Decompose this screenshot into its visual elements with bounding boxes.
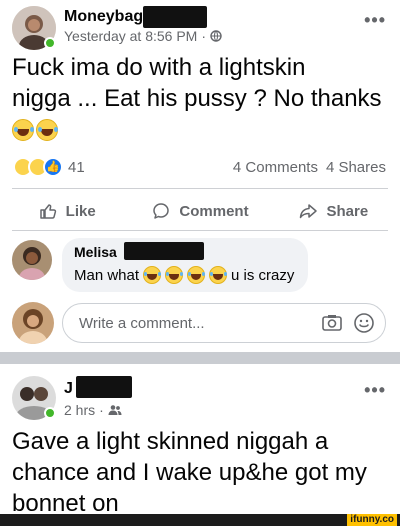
post-actions: Like Comment Share	[0, 196, 400, 226]
watermark-bar: ifunny.co	[0, 514, 400, 526]
commenter-avatar[interactable]	[12, 240, 52, 280]
post-timestamp[interactable]: 2 hrs	[64, 402, 95, 418]
thumbs-up-icon	[39, 204, 56, 219]
post-author-name[interactable]: J	[64, 380, 73, 398]
profile-photo	[12, 302, 54, 344]
reactions-summary[interactable]: 👍 41	[13, 157, 85, 177]
engagement-counts: 4 Comments 4 Shares	[233, 159, 386, 176]
comment-text-end: u is crazy	[231, 266, 295, 284]
post-text-line: Gave a light skinned niggah a	[12, 428, 329, 455]
comment-input-icons	[321, 312, 375, 334]
write-comment-placeholder: Write a comment...	[79, 314, 205, 332]
comment-author-name[interactable]: Melisa	[74, 244, 117, 260]
online-status-dot	[44, 37, 56, 49]
comment-bubble: Melisa Man what u is crazy	[62, 238, 308, 292]
comment-icon	[153, 203, 170, 219]
laughing-emoji-icon	[143, 266, 162, 284]
laughing-emoji-icon	[187, 266, 206, 284]
more-options-icon[interactable]: •••	[364, 10, 386, 31]
meta-separator: ·	[99, 402, 104, 418]
divider	[12, 188, 388, 189]
redaction-bar	[124, 242, 204, 260]
shares-count[interactable]: 4 Shares	[326, 159, 386, 176]
online-status-dot	[44, 407, 56, 419]
share-icon	[300, 204, 318, 219]
profile-photo	[12, 240, 52, 280]
laughing-emoji-icon	[36, 118, 58, 141]
more-options-icon[interactable]: •••	[364, 380, 386, 401]
comment-label: Comment	[179, 202, 249, 220]
post-text: Fuck ima do with a lightskin nigga ... E…	[12, 52, 392, 145]
laughing-emoji-icon	[165, 266, 184, 284]
share-button[interactable]: Share	[267, 196, 400, 226]
like-reaction-icon: 👍	[43, 157, 63, 177]
post-text-line: chance and I wake up&he got my	[12, 459, 367, 486]
post-author-name[interactable]: Moneybag	[64, 8, 143, 26]
laughing-emoji-icon	[12, 118, 34, 141]
divider	[12, 230, 388, 231]
post-card-2: J 2 hrs · ••• Gave a light skinned nigga…	[0, 364, 400, 517]
post-meta: 2 hrs ·	[64, 402, 122, 418]
post-text-line: Fuck ima do with a lightskin	[12, 54, 306, 81]
reaction-count: 41	[68, 158, 85, 176]
camera-icon[interactable]	[321, 312, 343, 334]
like-label: Like	[65, 202, 96, 220]
emoji-line	[12, 114, 392, 145]
globe-icon	[210, 30, 222, 42]
post-separator	[0, 352, 400, 364]
write-comment-input[interactable]: Write a comment...	[62, 303, 386, 343]
ifunny-watermark: ifunny.co	[347, 514, 397, 526]
comments-count[interactable]: 4 Comments	[233, 159, 318, 176]
meta-separator: ·	[201, 28, 207, 44]
post-text-line: nigga ... Eat his pussy ? No thanks	[12, 85, 382, 112]
post-meta: Yesterday at 8:56 PM ·	[64, 28, 222, 44]
share-label: Share	[326, 202, 369, 220]
redaction-bar	[76, 376, 132, 398]
emoji-icon[interactable]	[353, 312, 375, 334]
post-timestamp[interactable]: Yesterday at 8:56 PM	[64, 28, 197, 44]
post-text: Gave a light skinned niggah a chance and…	[12, 426, 392, 519]
comment-text: Man what u is crazy	[74, 266, 296, 284]
comment-button[interactable]: Comment	[133, 196, 266, 226]
like-button[interactable]: Like	[0, 196, 133, 226]
current-user-avatar[interactable]	[12, 302, 54, 344]
friends-icon	[108, 405, 122, 415]
post-card-1: Moneybag Yesterday at 8:56 PM · ••• Fuck…	[0, 0, 400, 352]
comment-text-start: Man what	[74, 266, 140, 284]
redaction-bar	[143, 6, 207, 28]
laughing-emoji-icon	[209, 266, 228, 284]
